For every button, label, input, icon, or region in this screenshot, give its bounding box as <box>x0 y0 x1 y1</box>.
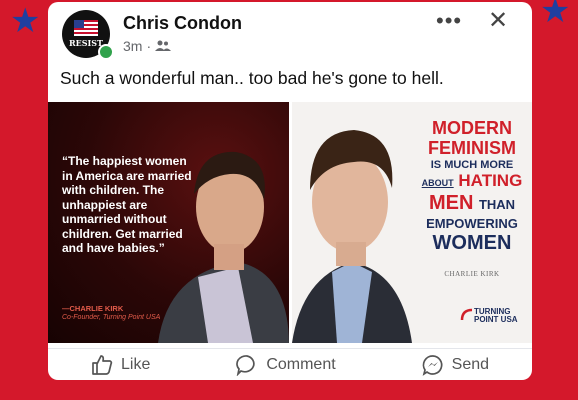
headline-line: IS MUCH MORE <box>430 159 514 171</box>
online-status-dot <box>98 44 114 60</box>
comment-button[interactable]: Comment <box>236 354 336 376</box>
flag-icon <box>74 20 98 36</box>
graphic-author: CHARLIE KIRK <box>444 270 500 278</box>
post-header: RESIST Chris Condon 3m · ••• ✕ <box>48 2 532 62</box>
tpusa-logo-icon <box>460 308 473 321</box>
send-label: Send <box>451 356 490 373</box>
quote-text: “The happiest women in America are marri… <box>62 154 192 255</box>
post-image-right[interactable]: MODERN FEMINISM IS MUCH MORE ABOUT HATIN… <box>292 102 532 343</box>
headline-line: WOMEN <box>432 232 512 254</box>
more-options-icon[interactable]: ••• <box>436 8 462 34</box>
separator-dot: · <box>146 38 152 54</box>
post-card: RESIST Chris Condon 3m · ••• ✕ Such a wo… <box>48 2 532 380</box>
post-text: Such a wonderful man.. too bad he's gone… <box>60 68 444 88</box>
friends-icon <box>155 40 172 51</box>
logo-line: POINT USA <box>474 315 518 324</box>
headline-word: MEN <box>428 192 474 214</box>
comment-icon <box>236 355 255 376</box>
headline-graphic: MODERN FEMINISM IS MUCH MORE ABOUT HATIN… <box>420 118 524 254</box>
like-button[interactable]: Like <box>91 354 150 376</box>
headline-word: THAN <box>478 197 516 212</box>
headline-line: ABOUT HATING <box>420 172 524 192</box>
quote-role: Co-Founder, Turning Point USA <box>62 314 161 321</box>
post-image-left[interactable]: “The happiest women in America are marri… <box>48 102 289 343</box>
send-button[interactable]: Send <box>422 354 489 376</box>
tpusa-logo-text: TURNING POINT USA <box>474 308 518 324</box>
messenger-icon <box>422 355 443 376</box>
post-time[interactable]: 3m <box>123 38 142 54</box>
background-star-icon: ★ <box>540 0 571 31</box>
quote-attribution: —CHARLIE KIRK <box>62 304 124 313</box>
background-star-icon: ★ <box>10 1 41 41</box>
comment-label: Comment <box>266 356 336 373</box>
headline-line: EMPOWERING <box>426 216 518 231</box>
close-icon[interactable]: ✕ <box>488 6 508 35</box>
author-name[interactable]: Chris Condon <box>123 13 242 34</box>
headline-line: MEN THAN <box>420 192 524 216</box>
post-meta: 3m · <box>123 38 172 54</box>
headline-word: ABOUT <box>421 178 454 188</box>
post-actions: Like Comment Send <box>48 348 532 380</box>
like-label: Like <box>120 356 151 373</box>
headline-word: HATING <box>458 171 523 190</box>
thumbs-up-icon <box>92 355 113 375</box>
headline-line: MODERN <box>432 118 512 138</box>
headline-line: FEMINISM <box>428 138 516 158</box>
